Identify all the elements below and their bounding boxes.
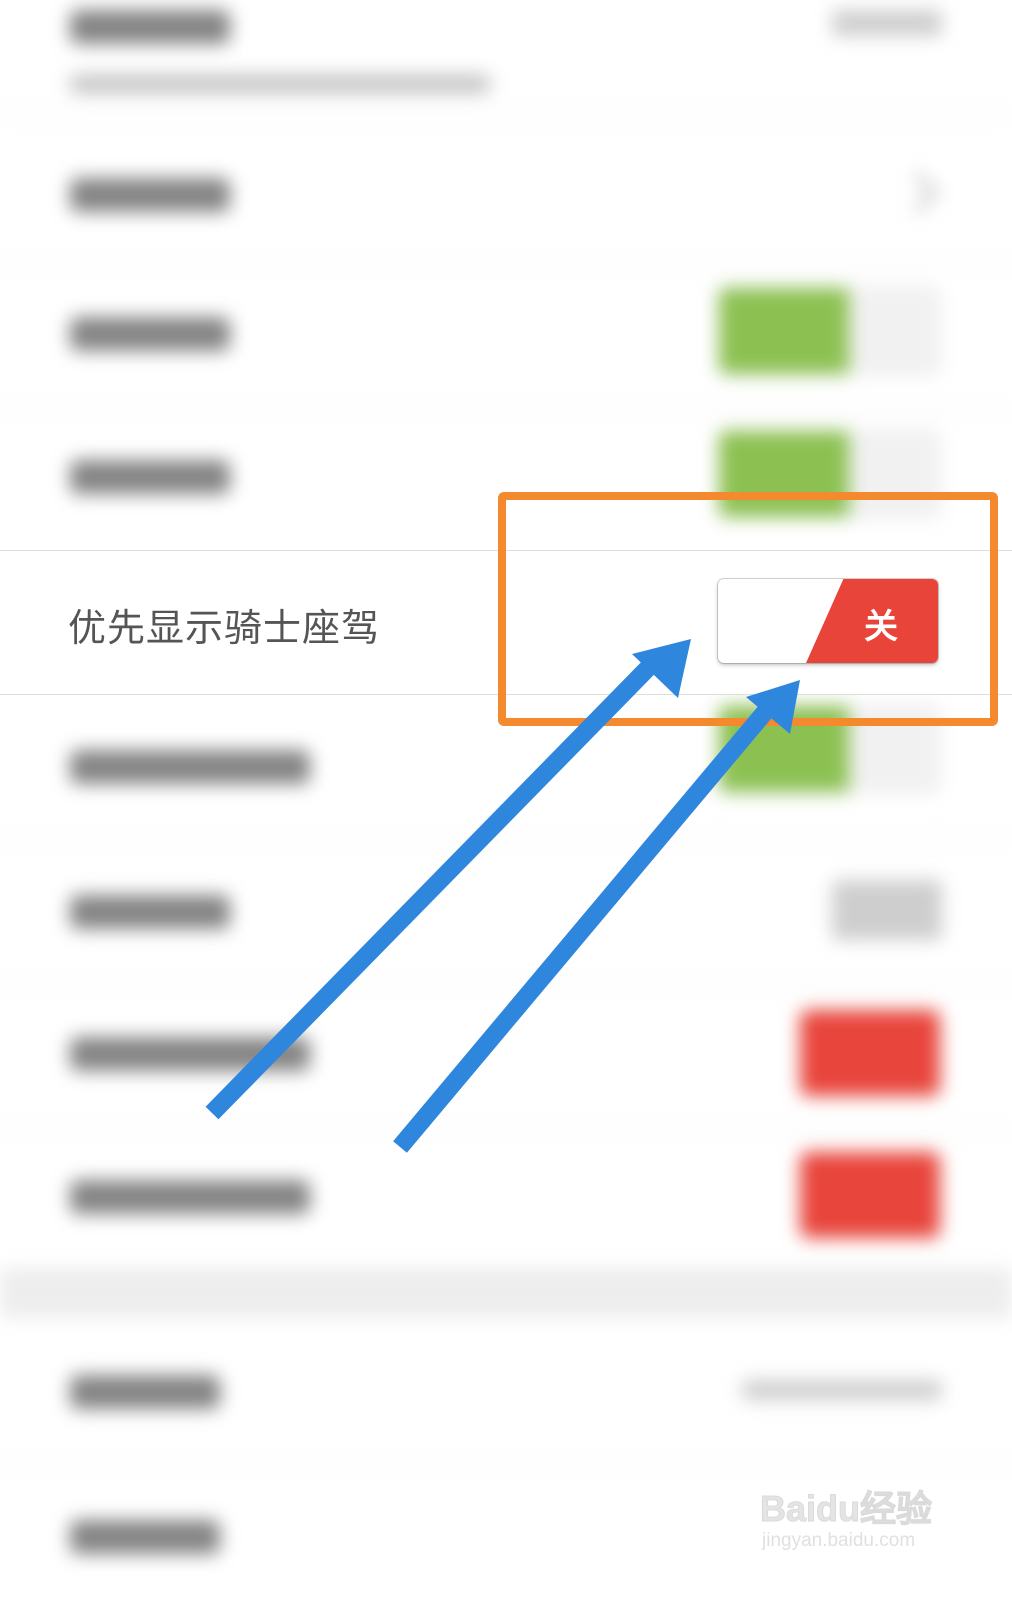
watermark-url: jingyan.baidu.com [762, 1530, 916, 1551]
watermark: Baidu经验 jingyan.baidu.com [759, 1480, 960, 1560]
annotation-arrows [205, 639, 800, 1153]
arrow-right [393, 706, 772, 1153]
settings-screen: 优先显示骑士座驾 关 Baidu经验 jingyan.baidu.com [0, 0, 1012, 1600]
watermark-logo: Baidu经验 [759, 1488, 933, 1530]
arrow-left [205, 661, 655, 1120]
